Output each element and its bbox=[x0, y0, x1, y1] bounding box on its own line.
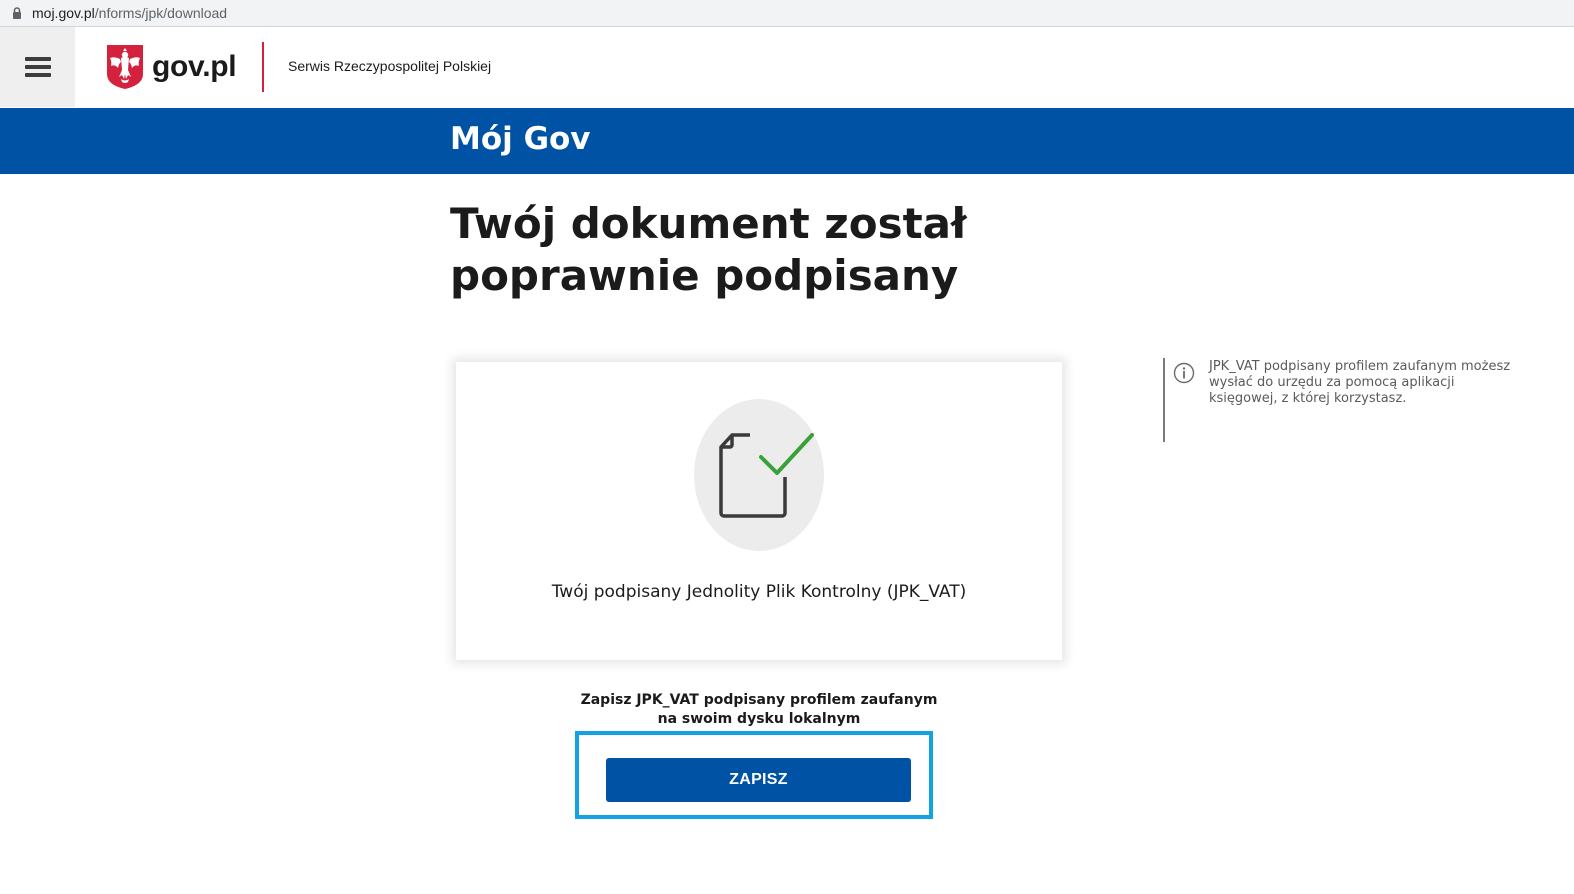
save-instructions: Zapisz JPK_VAT podpisany profilem zaufan… bbox=[556, 691, 962, 729]
document-check-icon bbox=[694, 399, 824, 551]
service-band: Mój Gov bbox=[0, 108, 1574, 174]
document-caption: Twój podpisany Jednolity Plik Kontrolny … bbox=[551, 582, 967, 602]
info-note: JPK_VAT podpisany profilem zaufanym może… bbox=[1163, 358, 1523, 442]
site-tagline: Serwis Rzeczypospolitej Polskiej bbox=[288, 58, 492, 74]
site-header: gov.pl Serwis Rzeczypospolitej Polskiej bbox=[0, 27, 1574, 107]
page-title: Twój dokument został poprawnie podpisany bbox=[450, 199, 967, 300]
menu-button[interactable] bbox=[0, 27, 75, 107]
gov-logo-link[interactable]: gov.pl bbox=[106, 43, 237, 91]
document-card: Twój podpisany Jednolity Plik Kontrolny … bbox=[456, 362, 1062, 660]
service-title: Mój Gov bbox=[450, 121, 591, 157]
page: moj.gov.pl/nforms/jpk/download gov.pl Se… bbox=[0, 0, 1574, 894]
browser-address-bar[interactable]: moj.gov.pl/nforms/jpk/download bbox=[0, 0, 1574, 27]
lock-icon bbox=[13, 7, 21, 19]
info-icon bbox=[1173, 362, 1195, 384]
logo-divider bbox=[262, 42, 264, 92]
url-text[interactable]: moj.gov.pl/nforms/jpk/download bbox=[32, 5, 227, 21]
save-hint-line-2: na swoim dysku lokalnym bbox=[657, 711, 861, 727]
hamburger-icon bbox=[24, 53, 51, 81]
save-button[interactable]: ZAPISZ bbox=[606, 758, 911, 802]
logo-text: gov.pl bbox=[152, 50, 237, 83]
info-text: JPK_VAT podpisany profilem zaufanym może… bbox=[1209, 359, 1511, 406]
save-hint-line-1: Zapisz JPK_VAT podpisany profilem zaufan… bbox=[580, 692, 938, 708]
polish-eagle-emblem-icon bbox=[107, 45, 143, 89]
